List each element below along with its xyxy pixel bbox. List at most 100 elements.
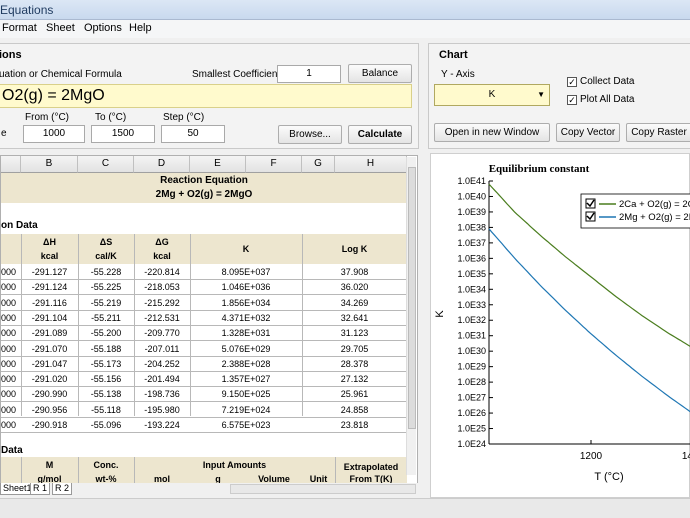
table-cell[interactable]: 000 [1, 298, 21, 308]
table-cell[interactable]: 000 [1, 313, 21, 323]
column-header-f[interactable]: F [246, 156, 302, 173]
table-cell[interactable]: 25.961 [302, 389, 407, 399]
table-cell[interactable]: 000 [1, 389, 21, 399]
table-cell[interactable]: -290.956 [21, 405, 78, 415]
table-cell[interactable]: -291.104 [21, 313, 78, 323]
table-cell[interactable]: -290.990 [21, 389, 78, 399]
smallest-coef-input[interactable]: 1 [277, 65, 341, 83]
table-cell[interactable]: -55.118 [78, 405, 134, 415]
column-header-c[interactable]: C [78, 156, 134, 173]
scroll-thumb[interactable] [408, 167, 416, 429]
table-cell[interactable]: -55.219 [78, 298, 134, 308]
table-cell[interactable]: -291.020 [21, 374, 78, 384]
table-cell[interactable]: -290.918 [21, 420, 78, 430]
balance-button[interactable]: Balance [348, 64, 412, 83]
table-cell[interactable]: 1.046E+036 [190, 282, 302, 292]
yaxis-select[interactable]: K ▼ [434, 84, 550, 106]
table-cell[interactable]: 000 [1, 328, 21, 338]
table-cell[interactable]: 32.641 [302, 313, 407, 323]
calculate-button[interactable]: Calculate [348, 125, 412, 144]
spreadsheet[interactable]: B C D E F G H Reaction Equation 2Mg + O2… [0, 155, 418, 495]
column-header-e[interactable]: E [190, 156, 246, 173]
table-cell[interactable]: -195.980 [134, 405, 190, 415]
copy-vector-button[interactable]: Copy Vector [556, 123, 620, 142]
table-cell[interactable]: -55.225 [78, 282, 134, 292]
collect-data-checkbox[interactable]: ✓ Collect Data [567, 76, 634, 87]
table-cell[interactable]: -291.089 [21, 328, 78, 338]
vertical-scrollbar[interactable] [406, 157, 416, 475]
table-cell[interactable]: -198.736 [134, 389, 190, 399]
browse-button[interactable]: Browse... [278, 125, 342, 144]
table-cell[interactable]: 7.219E+024 [190, 405, 302, 415]
tab-r1[interactable]: R 1 [30, 483, 51, 495]
table-cell[interactable]: -55.138 [78, 389, 134, 399]
table-cell[interactable]: 000 [1, 282, 21, 292]
table-cell[interactable]: -55.096 [78, 420, 134, 430]
table-cell[interactable]: -291.070 [21, 344, 78, 354]
table-cell[interactable]: -291.116 [21, 298, 78, 308]
table-cell[interactable]: -55.200 [78, 328, 134, 338]
horizontal-scrollbar[interactable] [230, 484, 416, 494]
table-cell[interactable]: 2.388E+028 [190, 359, 302, 369]
table-cell[interactable]: -291.127 [21, 267, 78, 277]
table-cell[interactable]: 5.076E+029 [190, 344, 302, 354]
table-cell[interactable]: 000 [1, 420, 21, 430]
table-cell[interactable]: -207.011 [134, 344, 190, 354]
table-cell[interactable]: 23.818 [302, 420, 407, 430]
table-cell[interactable]: 000 [1, 344, 21, 354]
column-header-g[interactable]: G [302, 156, 335, 173]
table-cell[interactable]: -218.053 [134, 282, 190, 292]
column-header-h[interactable]: H [335, 156, 407, 173]
plot-all-checkbox[interactable]: ✓ Plot All Data [567, 94, 634, 105]
menu-sheet[interactable]: Sheet [46, 22, 75, 34]
table-cell[interactable]: 24.858 [302, 405, 407, 415]
table-cell[interactable]: -212.531 [134, 313, 190, 323]
table-cell[interactable]: -209.770 [134, 328, 190, 338]
table-cell[interactable]: 1.856E+034 [190, 298, 302, 308]
table-cell[interactable]: 8.095E+037 [190, 267, 302, 277]
table-cell[interactable]: -204.252 [134, 359, 190, 369]
header2-conc: Conc. [93, 460, 119, 470]
equation-input[interactable]: O2(g) = 2MgO [0, 84, 412, 108]
table-cell[interactable]: 28.378 [302, 359, 407, 369]
table-cell[interactable]: 29.705 [302, 344, 407, 354]
table-cell[interactable]: -55.156 [78, 374, 134, 384]
table-cell[interactable]: 36.020 [302, 282, 407, 292]
table-cell[interactable]: -201.494 [134, 374, 190, 384]
table-cell[interactable]: -55.188 [78, 344, 134, 354]
column-header-a[interactable] [1, 156, 21, 173]
to-input[interactable]: 1500 [91, 125, 155, 143]
column-header-b[interactable]: B [21, 156, 78, 173]
table-cell[interactable]: 000 [1, 267, 21, 277]
table-cell[interactable]: -55.173 [78, 359, 134, 369]
menu-options[interactable]: Options [84, 22, 122, 34]
table-cell[interactable]: 000 [1, 359, 21, 369]
table-cell[interactable]: 6.575E+023 [190, 420, 302, 430]
open-window-button[interactable]: Open in new Window [434, 123, 550, 142]
table-cell[interactable]: -215.292 [134, 298, 190, 308]
table-cell[interactable]: -193.224 [134, 420, 190, 430]
menu-format[interactable]: Format [2, 22, 37, 34]
table-cell[interactable]: 34.269 [302, 298, 407, 308]
step-input[interactable]: 50 [161, 125, 225, 143]
from-input[interactable]: 1000 [23, 125, 85, 143]
table-cell[interactable]: 31.123 [302, 328, 407, 338]
column-header-d[interactable]: D [134, 156, 190, 173]
tab-r2[interactable]: R 2 [52, 483, 73, 495]
table-cell[interactable]: 1.328E+031 [190, 328, 302, 338]
row-divider [1, 324, 407, 326]
table-cell[interactable]: -291.124 [21, 282, 78, 292]
table-cell[interactable]: 000 [1, 405, 21, 415]
copy-raster-button[interactable]: Copy Raster [626, 123, 690, 142]
table-cell[interactable]: 27.132 [302, 374, 407, 384]
menu-help[interactable]: Help [129, 22, 152, 34]
table-cell[interactable]: 000 [1, 374, 21, 384]
table-cell[interactable]: -55.228 [78, 267, 134, 277]
table-cell[interactable]: 9.150E+025 [190, 389, 302, 399]
table-cell[interactable]: -220.814 [134, 267, 190, 277]
table-cell[interactable]: -291.047 [21, 359, 78, 369]
table-cell[interactable]: 4.371E+032 [190, 313, 302, 323]
table-cell[interactable]: 37.908 [302, 267, 407, 277]
table-cell[interactable]: 1.357E+027 [190, 374, 302, 384]
table-cell[interactable]: -55.211 [78, 313, 134, 323]
